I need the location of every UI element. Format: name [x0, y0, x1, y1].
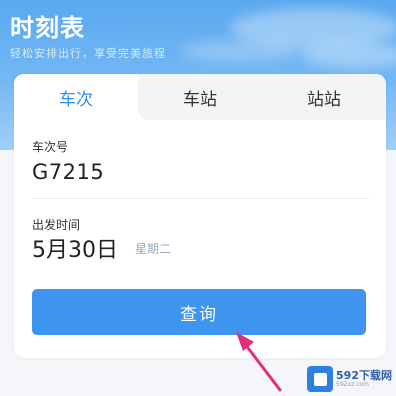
divider: [32, 198, 370, 199]
departure-date-field[interactable]: 5月30日: [32, 232, 118, 264]
search-card: 车次 车站 站站 车次号 G7215 出发时间 5月30日 星期二 查询: [14, 74, 386, 358]
cloud-decoration: [180, 40, 300, 62]
cloud-decoration: [300, 42, 396, 68]
train-number-label: 车次号: [32, 140, 69, 154]
watermark-domain-icon: 592xz.com: [336, 380, 369, 388]
train-number-field[interactable]: G7215: [32, 160, 104, 184]
watermark-site-name: 592下载网: [336, 369, 392, 383]
watermark-logo: 592下载网 592xz.com: [307, 366, 392, 392]
tab-bar: 车次 车站 站站: [14, 74, 386, 120]
departure-time-label: 出发时间: [32, 218, 81, 232]
departure-weekday: 星期二: [135, 242, 172, 256]
page-title: 时刻表: [10, 14, 85, 42]
page-subtitle: 轻松安排出行，享受完美旅程: [10, 47, 166, 60]
tab-train-number[interactable]: 车次: [14, 74, 138, 120]
watermark-logo-icon: [307, 366, 334, 392]
tab-station[interactable]: 车站: [138, 74, 262, 120]
query-button[interactable]: 查询: [32, 289, 366, 335]
tab-station-to-station[interactable]: 站站: [262, 74, 386, 120]
